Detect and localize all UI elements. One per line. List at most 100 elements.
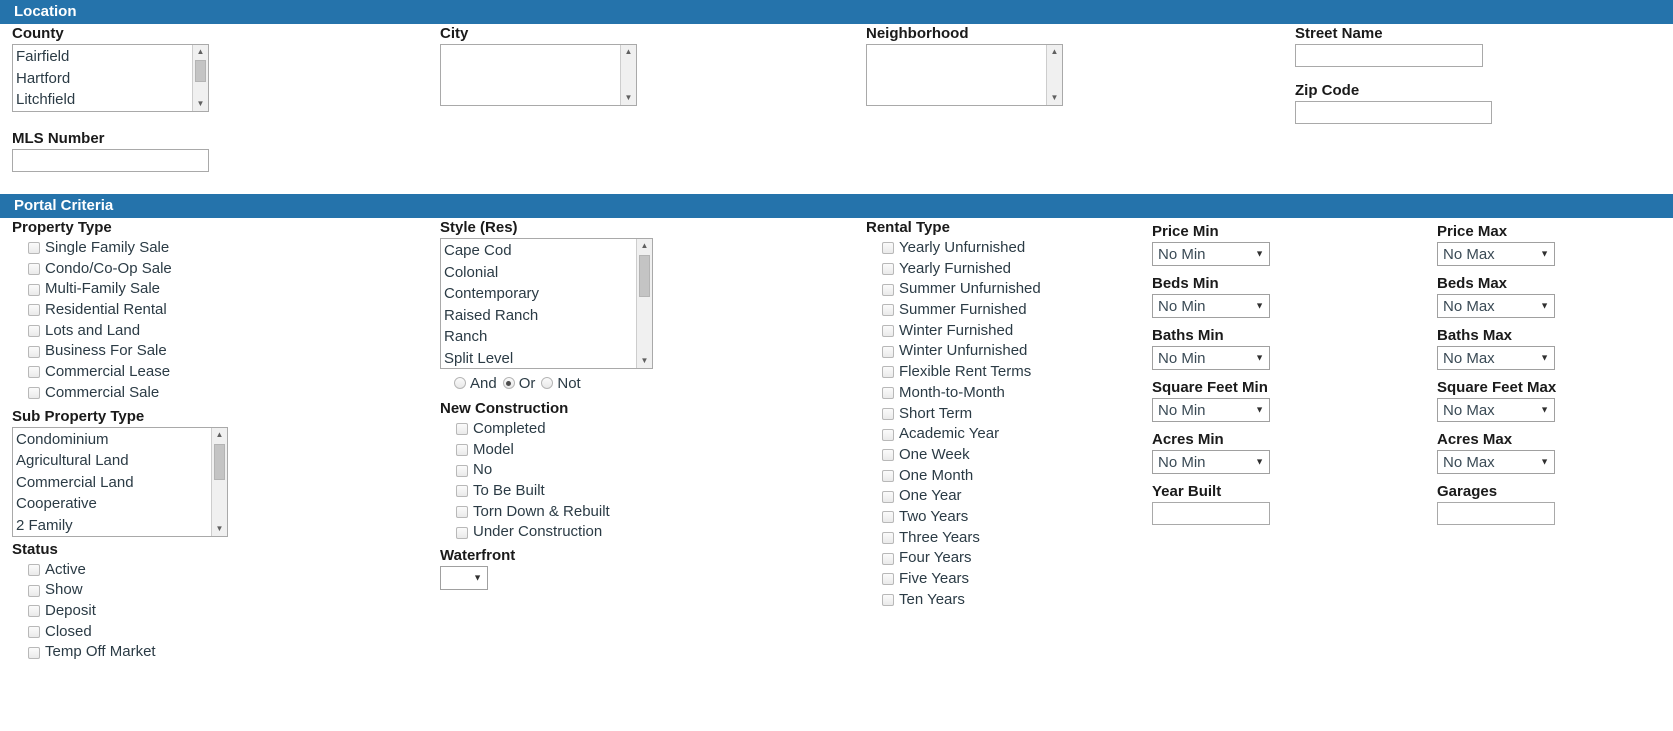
status-item[interactable]: Active [12, 560, 432, 581]
county-option[interactable]: Fairfield [15, 46, 208, 68]
checkbox-icon[interactable] [456, 444, 468, 457]
max-criteria-select[interactable]: No Max ▼ [1437, 346, 1555, 370]
rental-type-item[interactable]: Ten Years [866, 590, 1146, 611]
rental-type-item[interactable]: Two Years [866, 507, 1146, 528]
checkbox-icon[interactable] [28, 345, 40, 358]
min-criteria-input[interactable] [1152, 502, 1270, 525]
property-type-item[interactable]: Single Family Sale [12, 238, 432, 259]
checkbox-icon[interactable] [28, 263, 40, 276]
new-construction-item[interactable]: Model [440, 440, 860, 461]
new-construction-item[interactable]: Torn Down & Rebuilt [440, 502, 860, 523]
rental-type-item[interactable]: One Year [866, 486, 1146, 507]
triangle-down-icon[interactable]: ▼ [621, 91, 636, 105]
triangle-up-icon[interactable]: ▲ [193, 45, 208, 59]
checkbox-icon[interactable] [882, 469, 894, 482]
rental-type-item[interactable]: Academic Year [866, 424, 1146, 445]
style-res-option[interactable]: Contemporary [443, 283, 652, 305]
checkbox-icon[interactable] [456, 506, 468, 519]
status-item[interactable]: Show [12, 580, 432, 601]
rental-type-item[interactable]: Four Years [866, 548, 1146, 569]
max-criteria-select[interactable]: No Max ▼ [1437, 398, 1555, 422]
style-res-option[interactable]: Split Level [443, 348, 652, 369]
style-operator-radio[interactable] [454, 377, 466, 389]
style-operator-radio[interactable] [502, 377, 515, 389]
checkbox-icon[interactable] [882, 511, 894, 524]
checkbox-icon[interactable] [882, 345, 894, 358]
sub-property-type-scrollbar[interactable]: ▲ ▼ [211, 427, 227, 536]
triangle-down-icon[interactable]: ▼ [1047, 91, 1062, 105]
checkbox-icon[interactable] [28, 625, 40, 638]
style-res-option[interactable]: Colonial [443, 262, 652, 284]
property-type-item[interactable]: Business For Sale [12, 341, 432, 362]
sub-property-type-option[interactable]: Commercial Land [15, 472, 227, 494]
checkbox-icon[interactable] [882, 263, 894, 276]
checkbox-icon[interactable] [882, 490, 894, 503]
checkbox-icon[interactable] [882, 242, 894, 255]
checkbox-icon[interactable] [882, 387, 894, 400]
rental-type-item[interactable]: Yearly Unfurnished [866, 238, 1146, 259]
checkbox-icon[interactable] [28, 646, 40, 659]
min-criteria-select[interactable]: No Min ▼ [1152, 398, 1270, 422]
triangle-up-icon[interactable]: ▲ [637, 239, 652, 253]
checkbox-icon[interactable] [28, 366, 40, 379]
new-construction-item[interactable]: Under Construction [440, 522, 860, 543]
rental-type-item[interactable]: Month-to-Month [866, 383, 1146, 404]
checkbox-icon[interactable] [882, 531, 894, 544]
rental-type-item[interactable]: Five Years [866, 569, 1146, 590]
mls-number-input[interactable] [12, 149, 209, 172]
triangle-down-icon[interactable]: ▼ [637, 354, 652, 368]
property-type-item[interactable]: Commercial Sale [12, 383, 432, 404]
checkbox-icon[interactable] [882, 428, 894, 441]
property-type-item[interactable]: Multi-Family Sale [12, 279, 432, 300]
rental-type-item[interactable]: Three Years [866, 528, 1146, 549]
sub-property-type-option[interactable]: 2 Family [15, 515, 227, 536]
status-item[interactable]: Temp Off Market [12, 642, 432, 663]
checkbox-icon[interactable] [882, 552, 894, 565]
style-res-option[interactable]: Ranch [443, 326, 652, 348]
checkbox-icon[interactable] [28, 387, 40, 400]
sub-property-type-option[interactable]: Agricultural Land [15, 450, 227, 472]
sub-property-type-scroll-thumb[interactable] [214, 443, 225, 480]
rental-type-item[interactable]: Winter Furnished [866, 321, 1146, 342]
checkbox-icon[interactable] [28, 304, 40, 317]
checkbox-icon[interactable] [456, 485, 468, 498]
max-criteria-select[interactable]: No Max ▼ [1437, 450, 1555, 474]
checkbox-icon[interactable] [882, 283, 894, 296]
county-option[interactable]: Litchfield [15, 89, 208, 111]
county-scrollbar[interactable]: ▲ ▼ [192, 45, 208, 111]
max-criteria-select[interactable]: No Max ▼ [1437, 242, 1555, 266]
waterfront-select[interactable]: ▼ [440, 566, 488, 591]
status-item[interactable]: Deposit [12, 601, 432, 622]
rental-type-item[interactable]: One Month [866, 466, 1146, 487]
style-res-listbox[interactable]: Cape Cod Colonial Contemporary Raised Ranch… [440, 238, 653, 369]
street-name-input[interactable] [1295, 44, 1483, 67]
checkbox-icon[interactable] [28, 283, 40, 296]
new-construction-item[interactable]: To Be Built [440, 481, 860, 502]
triangle-up-icon[interactable]: ▲ [1047, 45, 1062, 59]
property-type-item[interactable]: Condo/Co-Op Sale [12, 259, 432, 280]
rental-type-item[interactable]: Short Term [866, 404, 1146, 425]
new-construction-item[interactable]: Completed [440, 419, 860, 440]
status-item[interactable]: Closed [12, 622, 432, 643]
neighborhood-listbox[interactable]: ▲ ▼ [866, 44, 1063, 106]
checkbox-icon[interactable] [28, 605, 40, 618]
rental-type-item[interactable]: Summer Unfurnished [866, 279, 1146, 300]
sub-property-type-option[interactable]: Cooperative [15, 493, 227, 515]
style-res-option[interactable]: Raised Ranch [443, 305, 652, 327]
rental-type-item[interactable]: One Week [866, 445, 1146, 466]
triangle-up-icon[interactable]: ▲ [212, 428, 227, 442]
checkbox-icon[interactable] [882, 304, 894, 317]
property-type-item[interactable]: Lots and Land [12, 321, 432, 342]
style-res-option[interactable]: Cape Cod [443, 240, 652, 262]
checkbox-icon[interactable] [456, 526, 468, 539]
property-type-item[interactable]: Commercial Lease [12, 362, 432, 383]
sub-property-type-listbox[interactable]: Condominium Agricultural Land Commercial L… [12, 426, 228, 537]
style-res-scroll-thumb[interactable] [639, 255, 650, 297]
min-criteria-select[interactable]: No Min ▼ [1152, 294, 1270, 318]
checkbox-icon[interactable] [882, 325, 894, 338]
county-scroll-thumb[interactable] [195, 60, 206, 82]
max-criteria-select[interactable]: No Max ▼ [1437, 294, 1555, 318]
min-criteria-select[interactable]: No Min ▼ [1152, 346, 1270, 370]
triangle-up-icon[interactable]: ▲ [621, 45, 636, 59]
triangle-down-icon[interactable]: ▼ [212, 522, 227, 536]
